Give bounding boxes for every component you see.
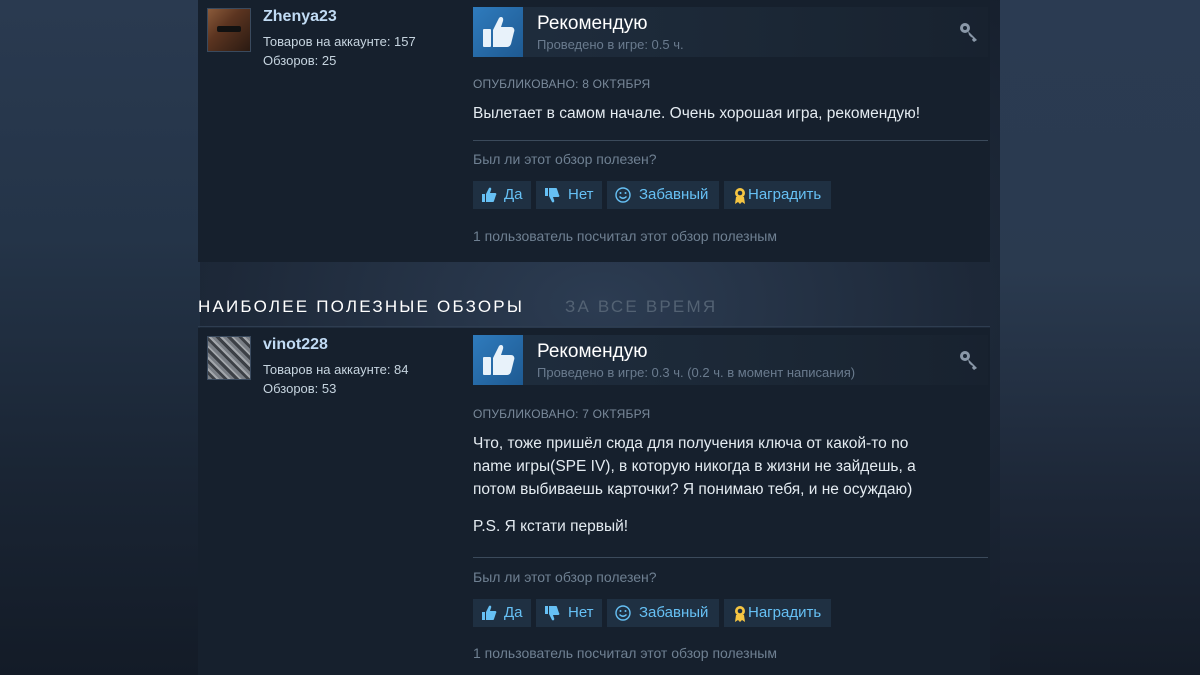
helpful-question: Был ли этот обзор полезен? (473, 151, 657, 167)
vote-no-button[interactable]: Нет (536, 181, 602, 209)
hours-played: Проведено в игре: 0.5 ч. (537, 37, 684, 52)
thumbs-down-small-icon (545, 188, 560, 203)
award-icon (735, 188, 745, 204)
vote-funny-label: Забавный (639, 186, 709, 203)
posted-date: ОПУБЛИКОВАНО: 7 ОКТЯБРЯ (473, 407, 651, 421)
vote-yes-button[interactable]: Да (473, 181, 531, 209)
thumbs-down-small-icon (545, 606, 560, 621)
vote-yes-label: Да (504, 186, 523, 203)
vote-no-label: Нет (568, 604, 594, 621)
thumbs-up-small-icon (482, 605, 497, 620)
smiley-icon (615, 605, 631, 621)
background-right (1000, 0, 1200, 675)
review-text-line: потом выбиваешь карточки? Я понимаю тебя… (473, 481, 913, 498)
divider (473, 140, 988, 141)
avatar[interactable] (207, 8, 251, 52)
hours-played: Проведено в игре: 0.3 ч. (0.2 ч. в момен… (537, 365, 856, 380)
award-button[interactable]: Наградить (724, 599, 831, 627)
review-text-line: Вылетает в самом начале. Очень хорошая и… (473, 105, 921, 122)
vote-funny-label: Забавный (639, 604, 709, 621)
vote-header[interactable]: Рекомендую Проведено в игре: 0.5 ч. (473, 7, 988, 57)
vote-funny-button[interactable]: Забавный (607, 181, 719, 209)
review-text: Что, тоже пришёл сюда для получения ключ… (473, 432, 973, 538)
thumbs-up-icon (473, 7, 523, 57)
posted-date: ОПУБЛИКОВАНО: 8 ОКТЯБРЯ (473, 77, 651, 91)
helpful-count: 1 пользователь посчитал этот обзор полез… (473, 228, 777, 244)
award-label: Наградить (748, 186, 822, 203)
helpful-question: Был ли этот обзор полезен? (473, 569, 657, 585)
section-title: НАИБОЛЕЕ ПОЛЕЗНЫЕ ОБЗОРЫ (198, 297, 525, 316)
author-reviews[interactable]: Обзоров: 25 (263, 53, 336, 68)
author-name[interactable]: vinot228 (263, 336, 328, 354)
review-card: Zhenya23 Товаров на аккаунте: 157 Обзоро… (198, 0, 990, 262)
thumbs-up-small-icon (482, 187, 497, 202)
vote-header[interactable]: Рекомендую Проведено в игре: 0.3 ч. (0.2… (473, 335, 988, 385)
review-verdict: Рекомендую (537, 13, 648, 34)
award-label: Наградить (748, 604, 822, 621)
thumbs-up-icon (473, 335, 523, 385)
vote-no-label: Нет (568, 186, 594, 203)
review-text-line: name игры(SPE IV), в которую никогда в ж… (473, 458, 916, 475)
review-verdict: Рекомендую (537, 341, 648, 362)
award-button[interactable]: Наградить (724, 181, 831, 209)
section-filter[interactable]: ЗА ВСЕ ВРЕМЯ (565, 297, 717, 317)
author-products[interactable]: Товаров на аккаунте: 84 (263, 362, 409, 377)
vote-yes-button[interactable]: Да (473, 599, 531, 627)
background-left (0, 0, 200, 675)
author-reviews[interactable]: Обзоров: 53 (263, 381, 336, 396)
section-divider (198, 326, 990, 327)
review-text-line: Что, тоже пришёл сюда для получения ключ… (473, 435, 909, 452)
key-icon (958, 349, 980, 376)
review-text: Вылетает в самом начале. Очень хорошая и… (473, 102, 973, 125)
smiley-icon (615, 187, 631, 203)
key-icon (958, 21, 980, 48)
author-name[interactable]: Zhenya23 (263, 8, 337, 26)
review-card: vinot228 Товаров на аккаунте: 84 Обзоров… (198, 328, 990, 675)
divider (473, 557, 988, 558)
vote-no-button[interactable]: Нет (536, 599, 602, 627)
author-products[interactable]: Товаров на аккаунте: 157 (263, 34, 416, 49)
helpful-count: 1 пользователь посчитал этот обзор полез… (473, 645, 777, 661)
avatar[interactable] (207, 336, 251, 380)
vote-yes-label: Да (504, 604, 523, 621)
award-icon (735, 606, 745, 622)
review-text-line: P.S. Я кстати первый! (473, 518, 629, 535)
vote-funny-button[interactable]: Забавный (607, 599, 719, 627)
reviews-column: Zhenya23 Товаров на аккаунте: 157 Обзоро… (198, 0, 990, 675)
